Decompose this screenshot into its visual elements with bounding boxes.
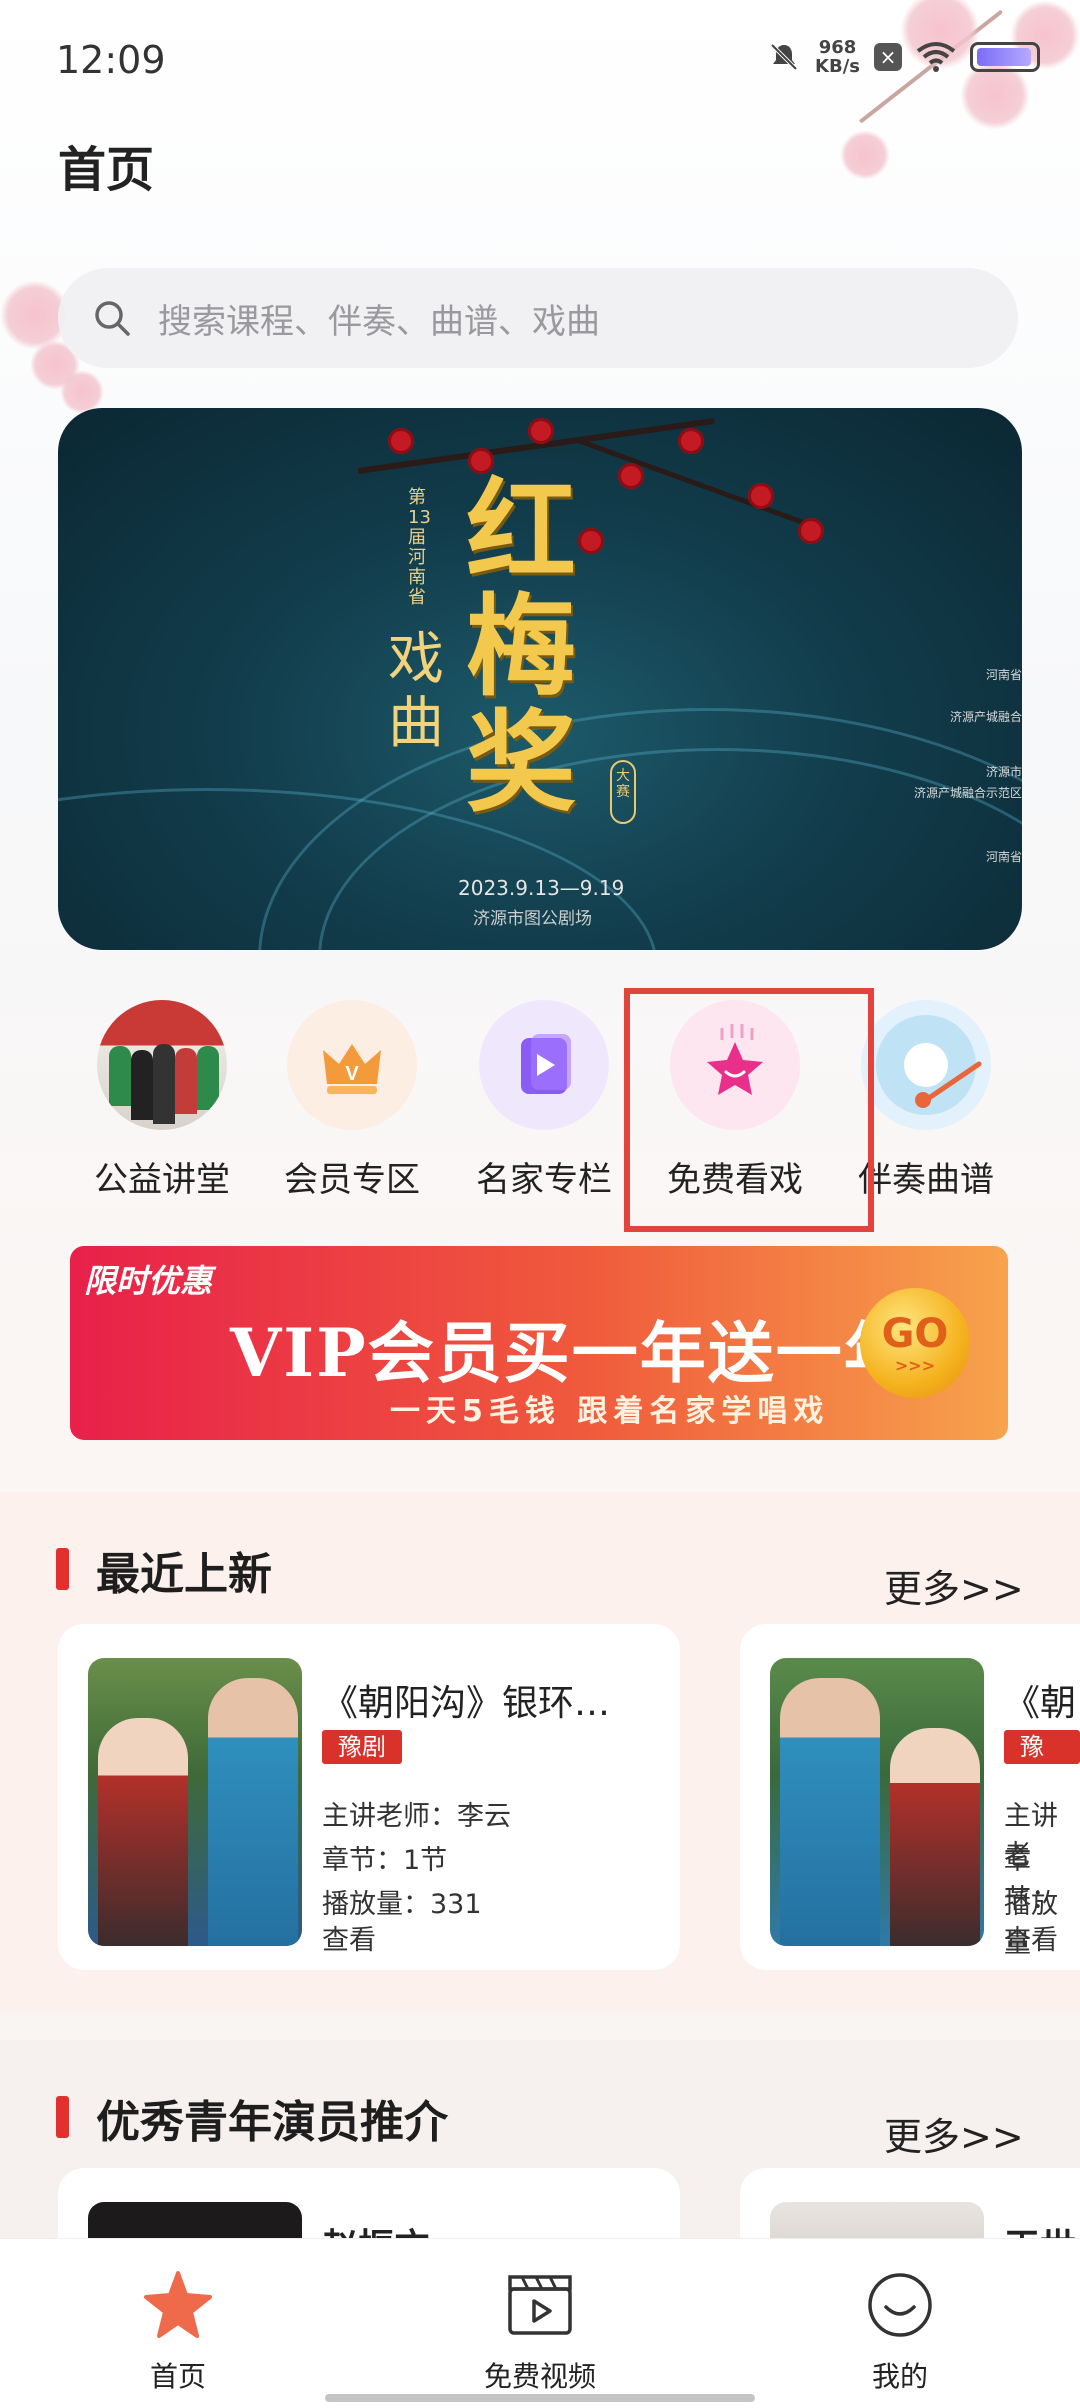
more-link[interactable]: 更多>> <box>884 2106 1024 2161</box>
banner-side-text: 河南省 <box>985 850 1022 864</box>
section-title: 优秀青年演员推介 <box>96 2097 448 2148</box>
shortcut-row: 公益讲堂 V 会员专区 名家专栏 免费看戏 伴奏曲谱 <box>0 990 1080 1220</box>
record-player-icon <box>861 1000 991 1130</box>
highlight-box <box>624 988 874 1232</box>
go-button[interactable]: GO >>> <box>860 1288 970 1398</box>
battery-icon <box>970 42 1040 72</box>
plum-blossom <box>748 483 774 509</box>
banner-title: 红梅奖 <box>466 466 576 827</box>
course-thumbnail <box>88 1658 302 1946</box>
plum-blossom <box>798 518 824 544</box>
nav-home[interactable]: 首页 <box>78 2269 278 2395</box>
shortcut-public-lecture[interactable]: 公益讲堂 <box>72 1000 252 1201</box>
page-title: 首页 <box>58 142 155 198</box>
banner-side-text: 河南省 <box>985 668 1022 682</box>
crown-icon: V <box>287 1000 417 1130</box>
plum-branch <box>577 438 824 532</box>
course-title: 《朝 <box>1004 1683 1077 1724</box>
shortcut-label: 公益讲堂 <box>94 1160 230 1200</box>
course-thumbnail <box>770 1658 984 1946</box>
course-plays: 播放量：331 <box>322 1889 482 1920</box>
genre-badge: 豫剧 <box>322 1730 402 1764</box>
status-time: 12:09 <box>56 38 166 82</box>
banner-side-text: 济源产城融合 <box>949 710 1022 724</box>
section-marker <box>56 2096 69 2138</box>
svg-text:V: V <box>345 1063 359 1085</box>
banner-subtitle: 戏曲 <box>388 627 444 756</box>
search-bar[interactable]: 搜索课程、伴奏、曲谱、戏曲 <box>58 268 1018 368</box>
genre-badge: 豫剧 <box>1004 1730 1080 1795</box>
view-link[interactable]: 查看 <box>322 1918 376 1957</box>
smile-profile-icon <box>868 2273 932 2337</box>
section-marker <box>56 1548 69 1590</box>
close-square-icon: × <box>874 43 902 71</box>
more-link[interactable]: 更多>> <box>884 1558 1024 1613</box>
plum-blossom <box>388 428 414 454</box>
promo-headline: VIP会员买一年送一年 <box>230 1314 912 1392</box>
status-icons: 968 KB/s × <box>767 38 1040 76</box>
mute-bell-icon <box>770 43 798 71</box>
banner-venue: 济源市图公剧场 <box>473 909 592 929</box>
course-title: 《朝阳沟》银环… <box>322 1683 611 1724</box>
play-book-icon <box>479 1000 609 1130</box>
banner-edition: 第13届河南省 <box>408 487 431 608</box>
status-bar: 12:09 968 KB/s × <box>0 0 1080 120</box>
home-star-icon <box>144 2271 212 2338</box>
shortcut-famous-column[interactable]: 名家专栏 <box>454 1000 634 1201</box>
group-photo-icon <box>97 1000 227 1130</box>
shortcut-label: 会员专区 <box>284 1160 420 1200</box>
course-chapters: 章节：1节 <box>322 1845 448 1876</box>
blossom-decoration <box>840 130 890 180</box>
search-icon <box>95 301 130 336</box>
home-page: 12:09 968 KB/s × 首页 搜索课程、伴奏、曲谱、戏曲 第13届河南… <box>0 0 1080 2408</box>
nav-label: 首页 <box>149 2360 206 2393</box>
hero-banner[interactable]: 第13届河南省 红梅奖 戏曲 大赛 2023.9.13—9.19 济源市图公剧场… <box>58 408 1022 950</box>
banner-tag: 大赛 <box>610 760 636 824</box>
promo-tag: 限时优惠 <box>84 1262 213 1300</box>
view-link[interactable]: 查看 <box>1004 1918 1058 1957</box>
vip-promo-banner[interactable]: 限时优惠 VIP会员买一年送一年 一天5毛钱 跟着名家学唱戏 GO >>> <box>70 1246 1008 1440</box>
search-placeholder: 搜索课程、伴奏、曲谱、戏曲 <box>158 301 600 342</box>
course-teacher: 主讲老师：李云 <box>322 1801 511 1832</box>
banner-dates: 2023.9.13—9.19 <box>458 876 625 900</box>
course-card[interactable]: 《朝阳沟》银环… 豫剧 主讲老师：李云 章节：1节 播放量：331 查看 <box>58 1624 680 1970</box>
plum-blossom <box>528 418 554 444</box>
plum-blossom <box>618 463 644 489</box>
home-indicator[interactable] <box>325 2394 755 2402</box>
bottom-nav: 首页 免费视频 我的 <box>0 2238 1080 2408</box>
nav-free-videos[interactable]: 免费视频 <box>440 2269 640 2395</box>
shortcut-vip-zone[interactable]: V 会员专区 <box>262 1000 442 1201</box>
shortcut-label: 名家专栏 <box>476 1160 612 1200</box>
plum-blossom <box>678 428 704 454</box>
course-card[interactable]: 《朝 豫剧 主讲老 章节： 播放量 查看 <box>740 1624 1080 1970</box>
section-title: 最近上新 <box>96 1549 272 1600</box>
clapperboard-icon <box>508 2275 572 2335</box>
promo-subline: 一天5毛钱 跟着名家学唱戏 <box>390 1394 830 1429</box>
banner-side-text: 济源市 <box>985 765 1022 779</box>
nav-mine[interactable]: 我的 <box>800 2269 1000 2395</box>
wifi-icon <box>916 42 956 72</box>
banner-side-text: 济源产城融合示范区 <box>913 786 1022 800</box>
nav-label: 免费视频 <box>483 2360 596 2393</box>
nav-label: 我的 <box>871 2360 928 2393</box>
network-speed: 968 KB/s <box>815 37 860 77</box>
recent-section: 最近上新 更多>> 《朝阳沟》银环… 豫剧 主讲老师：李云 章节：1节 播放量：… <box>0 1492 1080 2012</box>
